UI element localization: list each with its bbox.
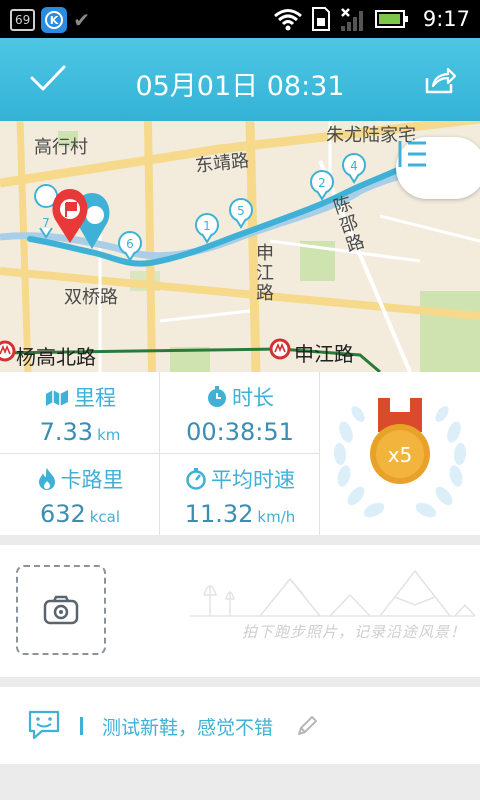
run-detail-screen: 69 K ✔ 9:17 05月01日 08:31 7 6 1 5 2 4 高行村…: [0, 0, 480, 800]
km-marker-label: 7: [42, 216, 50, 230]
duration-value: 00:38:51: [186, 418, 294, 446]
status-left: 69 K ✔: [10, 7, 90, 33]
distance-label: 里程: [74, 386, 116, 410]
stopwatch-icon: [208, 386, 226, 407]
distance-value: 7.33: [39, 418, 94, 446]
status-bar: 69 K ✔ 9:17: [0, 0, 480, 38]
medal-badge[interactable]: x5: [320, 372, 480, 535]
note-separator: [80, 717, 83, 735]
wifi-icon: [273, 9, 302, 31]
metro-station-icon: [0, 340, 16, 362]
avg-speed-unit: km/h: [257, 508, 296, 526]
k-app-icon: K: [41, 7, 68, 33]
avg-speed-label: 平均时速: [211, 468, 295, 492]
sim-card-icon: [311, 7, 330, 31]
stat-duration: 时长 00:38:51: [160, 372, 320, 453]
page-title: 05月01日 08:31: [135, 71, 345, 102]
km-marker-label: 6: [126, 237, 134, 251]
note-text: 测试新鞋，感觉不错: [102, 717, 274, 739]
add-photo-button[interactable]: [16, 565, 106, 655]
map-label-shuangqiao: 双桥路: [64, 287, 118, 308]
map-label-shenjiang-road: 申江路: [253, 243, 274, 303]
km-marker-label: 4: [350, 159, 358, 173]
medal-count: x5: [388, 443, 413, 467]
distance-icon: [46, 390, 68, 406]
km-marker-label: 2: [318, 176, 326, 190]
k-letter: K: [50, 14, 59, 27]
duration-label: 时长: [232, 386, 274, 410]
battery-icon: [374, 10, 408, 28]
route-list-button[interactable]: [396, 137, 480, 199]
park-patch: [420, 291, 480, 372]
calories-unit: kcal: [89, 508, 121, 526]
minor-road: [159, 309, 251, 323]
km-marker-4: 4: [342, 153, 366, 184]
note-card[interactable]: 测试新鞋，感觉不错: [0, 687, 480, 764]
status-right: 9:17: [273, 6, 470, 32]
status-time: 9:17: [422, 7, 470, 31]
notification-count-badge: 69: [10, 9, 36, 31]
route-map[interactable]: 7 6 1 5 2 4 高行村 朱尤陆家宅 东靖路 陈邵路 申江路 双桥路 杨高…: [0, 121, 480, 372]
metro-station-yanggao: 杨高北路: [16, 345, 96, 369]
distance-unit: km: [97, 426, 121, 444]
pencil-edit-icon[interactable]: [296, 715, 318, 737]
scenery-illustration: [190, 569, 475, 617]
metro-station-shenjiang: 申江路: [294, 342, 354, 366]
km-marker-label: 1: [203, 219, 211, 233]
map-label-gaoxing: 高行村: [34, 137, 88, 158]
avg-speed-value: 11.32: [184, 500, 254, 528]
km-marker-2: 2: [310, 170, 334, 201]
share-icon[interactable]: [424, 64, 456, 96]
metro-station-icon: [269, 338, 291, 360]
minor-road: [379, 214, 480, 243]
calories-label: 卡路里: [60, 468, 124, 492]
smiley-comment-icon: [28, 710, 60, 740]
stat-calories: 卡路里 632 kcal: [0, 454, 160, 535]
calories-value: 632: [39, 500, 86, 528]
km-marker-1: 1: [195, 213, 219, 244]
road-left: [16, 121, 32, 372]
stat-avg-speed: 平均时速 11.32 km/h: [160, 454, 320, 535]
flame-icon: [38, 468, 55, 490]
stats-panel: 里程 7.33 km 时长 00:38:51 卡路里 632 kcal 平均时速…: [0, 372, 480, 535]
list-menu-icon: [398, 141, 426, 167]
speed-icon: [186, 468, 206, 490]
signal-icon: [340, 8, 363, 31]
check-notification-icon: ✔: [73, 8, 91, 32]
road-vertical: [144, 121, 156, 372]
km-marker-label: 5: [237, 204, 245, 218]
camera-icon: [43, 595, 79, 625]
stat-distance: 里程 7.33 km: [0, 372, 160, 453]
top-bar: 05月01日 08:31: [0, 38, 480, 121]
photo-hint-text: 拍下跑步照片，记录沿途风景！: [241, 623, 466, 641]
photo-card: 拍下跑步照片，记录沿途风景！: [0, 545, 480, 677]
divider: [0, 453, 320, 454]
